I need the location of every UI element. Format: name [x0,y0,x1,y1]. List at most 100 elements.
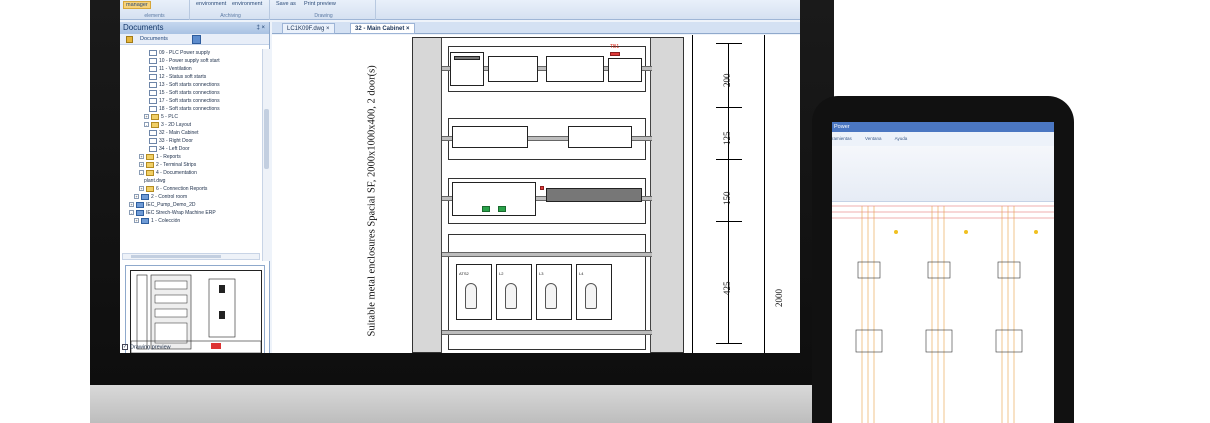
checkbox-checked-icon[interactable]: ✓ [122,344,128,350]
tree-item[interactable]: + IEC_Pump_Demo_2D [129,201,195,209]
tree-item[interactable]: - 4 - Documentation [139,169,197,177]
drawing-canvas[interactable]: Suitable metal enclosures Spacial SF, 20… [272,35,800,353]
drawing-preview-label: Drawing preview [130,344,171,351]
manager-button[interactable]: manager [123,1,151,9]
panel-pin-close-icon[interactable]: ‡ × [256,22,265,34]
tab-lc1k09f[interactable]: LC1K09F.dwg × [282,23,335,34]
expand-icon[interactable]: + [134,194,139,200]
expand-icon[interactable]: + [139,186,144,192]
tree-item[interactable]: 09 - PLC Power supply [149,49,210,57]
drive-label: L4 [579,271,584,276]
tree-item[interactable]: +1 - Colección [134,217,180,225]
tree-item[interactable]: 11 - Ventilation [149,65,192,73]
tb1-marker [610,52,620,56]
dimension-border [764,35,765,353]
tree-item[interactable]: 10 - Power supply soft start [149,57,220,65]
power-supply [608,58,642,82]
drawing-icon [149,81,157,88]
drawing-icon [149,145,157,152]
cabinet-layout: TB1 ATS2 L2 L3 L4 [412,37,684,353]
tablet-menu-window[interactable]: Ventana [865,136,882,141]
dimension-2000: 2000 [774,289,784,307]
tree-item[interactable]: 12 - Status soft starts [149,73,206,81]
tree-item[interactable]: - 3 - 2D Layout [144,121,191,129]
schematic-drawing [832,205,1054,423]
expand-icon[interactable]: + [134,218,139,224]
tab-main-cabinet[interactable]: 32 - Main Cabinet × [350,23,415,34]
dimension-tick [716,221,742,222]
tablet-menu-help[interactable]: Ayuda [895,136,908,141]
documents-panel: Documents ‡ × Documents 09 - PLC Power s… [120,22,270,353]
tree-item-label: 32 - Main Cabinet [159,130,199,136]
expand-icon[interactable]: + [139,162,144,168]
tree-item-label: IEC_Pump_Demo_2D [146,202,196,208]
tree-item-label: 11 - Ventilation [159,66,192,72]
dimension-200: 200 [722,73,732,88]
tree-item-label: 6 - Connection Reports [156,186,208,192]
close-icon[interactable]: × [326,26,330,32]
tree-item-label: 18 - Soft starts connections [159,106,220,112]
collapse-icon[interactable]: - [144,122,149,128]
drawing-preview-checkbox[interactable]: ✓ Drawing preview [122,344,171,350]
ribbon-group-caption: elements [144,13,165,19]
drawing-icon [149,89,157,96]
ribbon-group-archiving: environment environment Archiving [192,0,270,20]
tree-item[interactable]: +5 - PLC [144,113,178,121]
expand-icon[interactable]: + [139,154,144,160]
close-icon[interactable]: × [406,26,410,32]
tree-item[interactable]: +2 - Terminal Strips [139,161,196,169]
tree-item[interactable]: +6 - Connection Reports [139,185,207,193]
enclosure-title: Suitable metal enclosures Spacial SF, 20… [366,65,378,337]
app-window: manager elements environment environment… [120,0,800,353]
save-as-button[interactable]: Save as [276,1,296,7]
tree-horizontal-scrollbar[interactable] [122,253,260,260]
scrollbar-thumb[interactable] [131,255,221,258]
drive-display [505,283,517,309]
io-terminals [546,188,642,202]
tablet-menu-tools[interactable]: ramientas [832,136,852,141]
environment-button-1[interactable]: environment [196,1,226,7]
tree-item[interactable]: 33 - Right Door [149,137,193,145]
tree-item[interactable]: 13 - Soft starts connections [149,81,220,89]
dimension-150: 150 [722,191,732,206]
documents-toolbar-label[interactable]: Documents [140,36,168,42]
tree-item-label: 09 - PLC Power supply [159,50,211,56]
tree-item[interactable]: 32 - Main Cabinet [149,129,198,137]
drawing-icon [149,105,157,112]
dimension-425: 425 [722,281,732,296]
folder-icon [146,153,154,160]
ribbon-group-caption: Archiving [220,13,241,19]
tree-item[interactable]: +2 - Control room [134,193,187,201]
tablet-menu-bar: ramientas Ventana Ayuda [832,132,1054,146]
documents-icon[interactable] [126,36,133,43]
dimension-tick [716,159,742,160]
expand-icon[interactable]: + [129,202,134,208]
scrollbar-thumb[interactable] [264,109,269,169]
tree-item[interactable]: 15 - Soft starts connections [149,89,220,97]
tree-item[interactable]: +1 - Reports [139,153,181,161]
documents-tree[interactable]: 09 - PLC Power supply 10 - Power supply s… [120,49,262,261]
dimension-tick [716,107,742,108]
folder-icon [146,161,154,168]
ribbon: manager elements environment environment… [120,0,800,20]
terminal-symbol [1034,230,1038,234]
environment-button-2[interactable]: environment [232,1,262,7]
collapse-icon[interactable]: - [129,210,134,216]
tree-vertical-scrollbar[interactable] [262,49,270,261]
folder-icon [151,121,159,128]
tree-item-label: 2 - Terminal Strips [156,162,197,168]
view-toggle-icon[interactable] [192,35,201,44]
tree-item[interactable]: 18 - Soft starts connections [149,105,220,113]
collapse-icon[interactable]: - [139,170,144,176]
plc-module-led [482,206,490,212]
print-preview-button[interactable]: Print preview [304,1,336,7]
expand-icon[interactable]: + [144,114,149,120]
drawing-icon [149,97,157,104]
tree-item[interactable]: - IEC Strech-Wrap Machine ERP [129,209,216,217]
tree-item[interactable]: 34 - Left Door [149,145,190,153]
contactor-symbol [925,329,953,353]
tree-item[interactable]: plant.dwg [144,177,165,185]
tablet-schematic[interactable] [832,202,1054,423]
tree-item-label: 13 - Soft starts connections [159,82,220,88]
tree-item[interactable]: 17 - Soft starts connections [149,97,220,105]
